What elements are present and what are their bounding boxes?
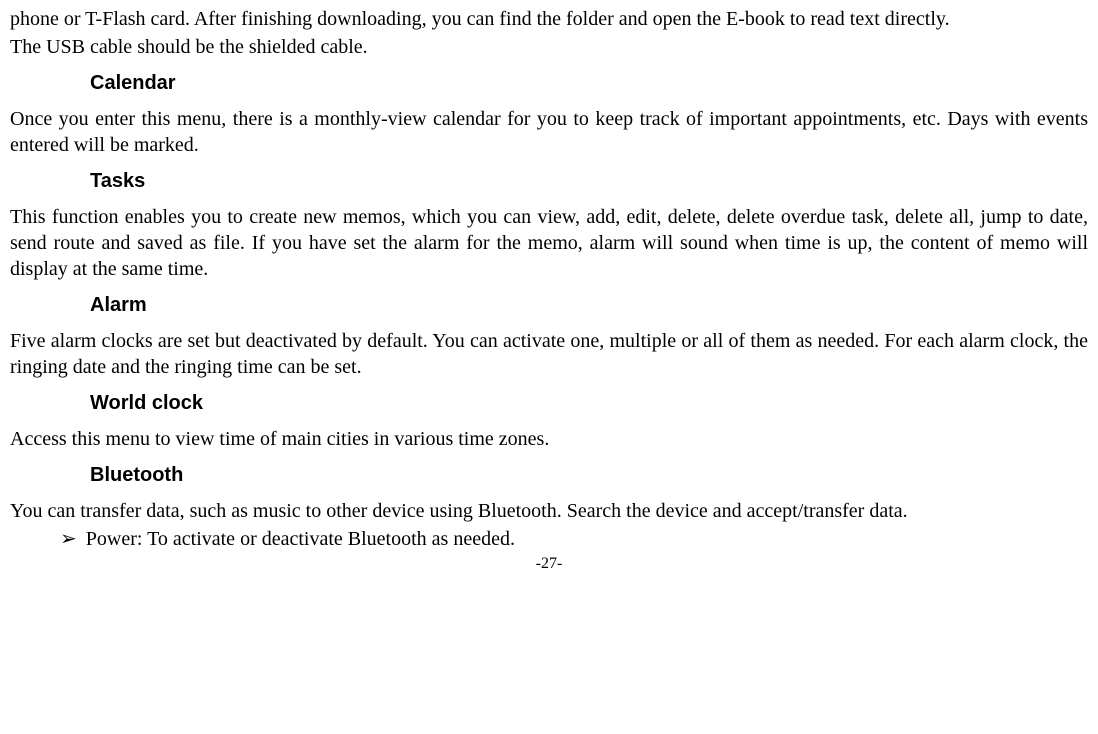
heading-calendar: Calendar — [90, 70, 1088, 96]
alarm-body: Five alarm clocks are set but deactivate… — [10, 328, 1088, 380]
world-clock-body: Access this menu to view time of main ci… — [10, 426, 1088, 452]
heading-tasks: Tasks — [90, 168, 1088, 194]
heading-bluetooth: Bluetooth — [90, 462, 1088, 488]
intro-paragraph-2: The USB cable should be the shielded cab… — [10, 34, 1088, 60]
bluetooth-bullet-power: ➢ Power: To activate or deactivate Bluet… — [60, 526, 1088, 552]
intro-paragraph-1: phone or T-Flash card. After finishing d… — [10, 6, 1088, 32]
heading-alarm: Alarm — [90, 292, 1088, 318]
page-number: -27- — [10, 554, 1088, 575]
calendar-body: Once you enter this menu, there is a mon… — [10, 106, 1088, 158]
tasks-body: This function enables you to create new … — [10, 204, 1088, 282]
heading-world-clock: World clock — [90, 390, 1088, 416]
bluetooth-body: You can transfer data, such as music to … — [10, 498, 1088, 524]
triangle-bullet-icon: ➢ — [60, 526, 77, 552]
bluetooth-bullet-text: Power: To activate or deactivate Bluetoo… — [86, 528, 515, 550]
